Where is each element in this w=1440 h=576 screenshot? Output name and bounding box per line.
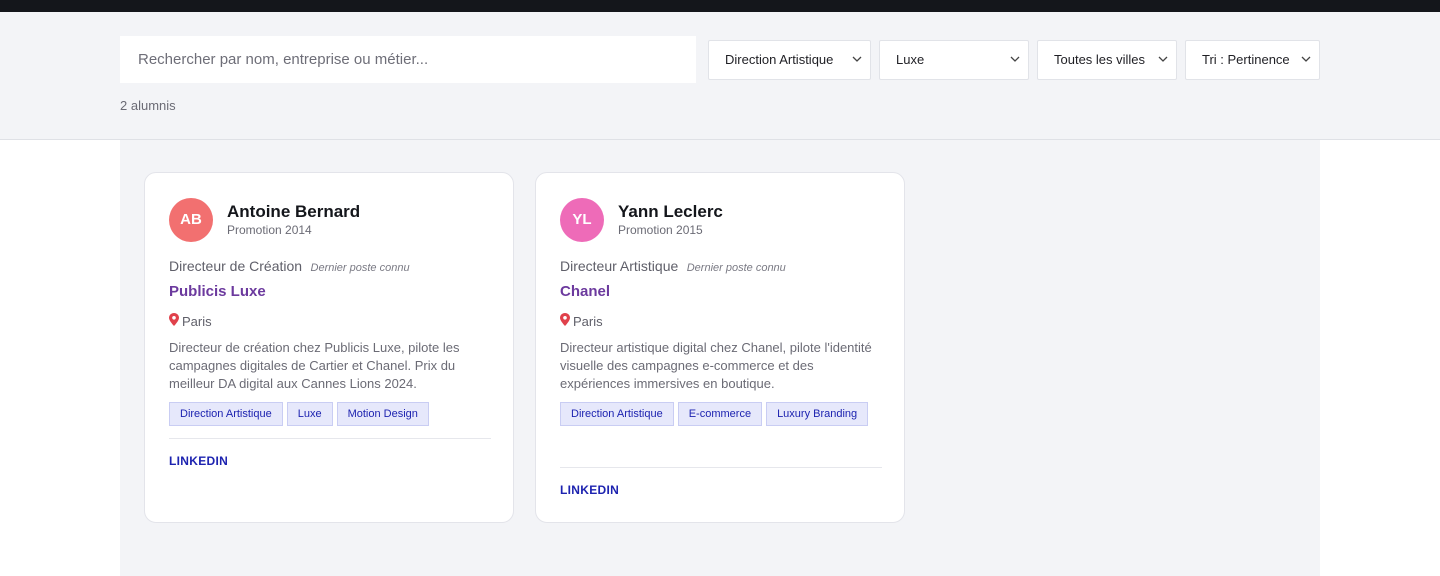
top-bar (0, 0, 1440, 12)
alumni-card: YL Yann Leclerc Promotion 2015 Directeur… (535, 172, 905, 523)
linkedin-link[interactable]: LINKEDIN (560, 483, 619, 497)
alumni-tags: Direction Artistique Luxe Motion Design (169, 402, 491, 426)
tag[interactable]: Luxury Branding (766, 402, 869, 426)
sort-select[interactable]: Tri : Pertinence (1185, 40, 1320, 80)
results-grid: AB Antoine Bernard Promotion 2014 Direct… (120, 140, 1320, 576)
alumni-role-line: Directeur Artistique Dernier poste connu (560, 258, 786, 276)
sector-filter-select[interactable]: Luxe (879, 40, 1029, 80)
alumni-company: Publicis Luxe (169, 283, 266, 300)
tag[interactable]: Direction Artistique (560, 402, 674, 426)
avatar: AB (169, 198, 213, 242)
location-pin-icon (560, 313, 570, 326)
alumni-promotion: Promotion 2015 (618, 223, 703, 237)
tag[interactable]: Luxe (286, 402, 333, 426)
alumni-promotion: Promotion 2014 (227, 223, 312, 237)
chevron-down-icon (1158, 56, 1168, 62)
alumni-name: Antoine Bernard (227, 202, 361, 221)
alumni-role-note: Dernier poste connu (310, 262, 410, 274)
alumni-description: Directeur de création chez Publicis Luxe… (169, 340, 460, 391)
alumni-city: Paris (182, 314, 212, 329)
alumni-role: Directeur Artistique (560, 258, 679, 274)
sector-filter-value: Luxe (896, 52, 925, 67)
field-filter-value: Direction Artistique (725, 52, 834, 67)
chevron-down-icon (1301, 56, 1311, 62)
alumni-location: Paris (169, 313, 212, 329)
linkedin-link[interactable]: LINKEDIN (169, 454, 228, 468)
city-filter-select[interactable]: Toutes les villes (1037, 40, 1177, 80)
card-divider (560, 467, 882, 468)
tag[interactable]: E-commerce (677, 402, 763, 426)
chevron-down-icon (852, 56, 862, 62)
location-pin-icon (169, 313, 179, 326)
avatar: YL (560, 198, 604, 242)
card-divider (169, 438, 491, 439)
alumni-role-note: Dernier poste connu (686, 262, 786, 274)
alumni-description: Directeur artistique digital chez Chanel… (560, 340, 872, 391)
alumni-card: AB Antoine Bernard Promotion 2014 Direct… (144, 172, 514, 523)
alumni-name: Yann Leclerc (618, 202, 723, 221)
field-filter-select[interactable]: Direction Artistique (708, 40, 871, 80)
alumni-city: Paris (573, 314, 603, 329)
alumni-role-line: Directeur de Création Dernier poste conn… (169, 258, 410, 276)
sort-value: Tri : Pertinence (1202, 52, 1290, 67)
chevron-down-icon (1010, 56, 1020, 62)
alumni-location: Paris (560, 313, 603, 329)
filter-bar: Direction Artistique Luxe Toutes les vil… (0, 12, 1440, 140)
tag[interactable]: Direction Artistique (169, 402, 283, 426)
alumni-role: Directeur de Création (169, 258, 303, 274)
city-filter-value: Toutes les villes (1054, 52, 1146, 67)
results-count: 2 alumnis (120, 98, 176, 113)
alumni-company: Chanel (560, 283, 611, 300)
tag[interactable]: Motion Design (336, 402, 429, 426)
alumni-tags: Direction Artistique E-commerce Luxury B… (560, 402, 882, 426)
search-input[interactable] (120, 36, 696, 83)
